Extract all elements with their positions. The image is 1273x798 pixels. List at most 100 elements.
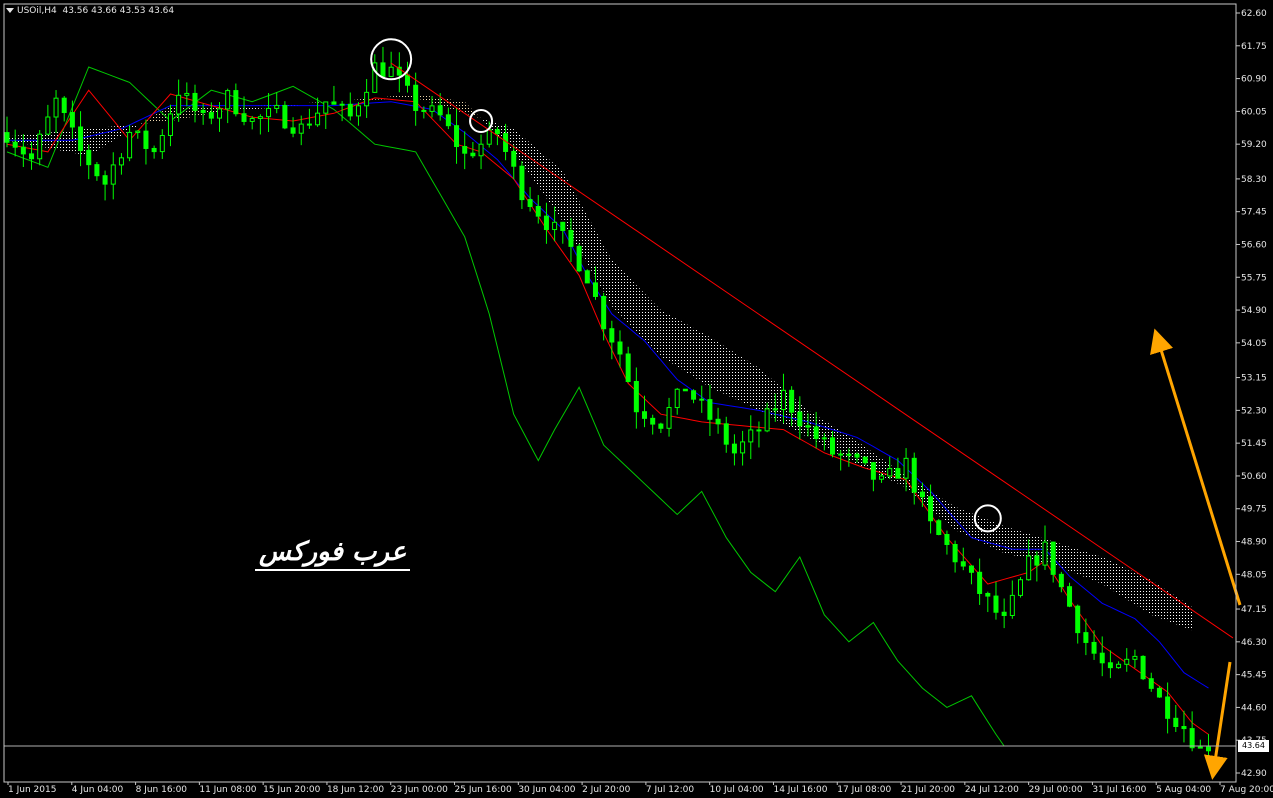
cloud-segment <box>1143 576 1152 615</box>
current-price-tag: 43.64 <box>1238 740 1269 752</box>
candle-body <box>127 131 133 159</box>
candle-body <box>331 101 337 105</box>
candle-body <box>1099 652 1105 664</box>
candle-body <box>952 543 958 563</box>
candle-body <box>355 105 361 117</box>
cloud-segment <box>1134 572 1144 610</box>
cloud-segment <box>709 337 719 392</box>
candle-body <box>764 408 770 432</box>
candle-body <box>960 561 966 567</box>
candle-body <box>94 164 100 177</box>
cloud-segment <box>750 362 759 411</box>
candle-body <box>527 199 533 207</box>
chevron-down-icon[interactable] <box>6 8 14 13</box>
candle-body <box>53 97 59 118</box>
candle-body <box>306 123 312 126</box>
cloud-segment <box>1094 554 1103 584</box>
candle-body <box>404 74 410 86</box>
cloud-segment <box>1102 556 1111 590</box>
candle-body <box>413 84 419 111</box>
cloud-segment <box>644 293 653 348</box>
candle-body <box>257 116 263 119</box>
y-tick-label: 62.60 <box>1241 9 1267 19</box>
candle-body <box>731 443 737 454</box>
candle-body <box>1107 662 1113 669</box>
candle-body <box>470 152 476 157</box>
y-tick-label: 54.90 <box>1241 306 1267 316</box>
y-tick-label: 48.05 <box>1241 570 1267 580</box>
candle-body <box>772 408 778 411</box>
candle-body <box>69 112 75 128</box>
candle-body <box>37 133 43 160</box>
cloud-segment <box>1077 549 1086 578</box>
candle-body <box>233 90 239 115</box>
candle-body <box>1156 687 1162 698</box>
candle-body <box>813 426 819 439</box>
candle-body <box>944 534 950 545</box>
candle-body <box>895 468 901 479</box>
y-tick-label: 51.45 <box>1241 439 1267 449</box>
candle-body <box>208 112 214 119</box>
candle-body <box>380 62 386 77</box>
candle-body <box>805 425 811 428</box>
candle-body <box>78 126 84 151</box>
candle-body <box>968 565 974 573</box>
candle-body <box>1197 746 1203 749</box>
chart-header: USOil,H4 43.56 43.66 43.53 43.64 <box>6 6 174 16</box>
candle-body <box>1042 541 1048 566</box>
candle-body <box>748 429 754 443</box>
y-tick-label: 52.30 <box>1241 406 1267 416</box>
x-tick-label: 10 Jul 04:00 <box>710 785 764 795</box>
x-tick-label: 21 Jul 20:00 <box>901 785 955 795</box>
candle-body <box>249 117 255 122</box>
candle-body <box>1091 641 1097 654</box>
candle-body <box>282 104 288 129</box>
price-chart[interactable]: 62.60 61.75 60.90 60.05 59.20 58.30 57.45 56.60… <box>0 0 1273 798</box>
candle-body <box>707 399 713 420</box>
candle-body <box>830 437 836 455</box>
y-tick-label: 54.05 <box>1241 339 1267 349</box>
cloud-segment <box>701 332 710 388</box>
candle-body <box>1116 663 1122 669</box>
candle-body <box>879 475 885 480</box>
candle-body <box>862 456 868 464</box>
x-tick-label: 1 Jun 2015 <box>8 785 56 795</box>
candle-body <box>478 143 484 157</box>
candle-body <box>993 595 999 613</box>
x-tick-label: 25 Jun 16:00 <box>455 785 512 795</box>
candle-body <box>1017 579 1023 596</box>
watermark-text: عرب فوركس <box>255 537 411 571</box>
cloud-segment <box>1085 551 1095 581</box>
candle-body <box>12 141 18 148</box>
candle-body <box>797 411 803 427</box>
candle-body <box>1181 725 1187 730</box>
cloud-segment <box>620 268 629 323</box>
candle-body <box>682 388 688 392</box>
candle-body <box>1050 541 1056 575</box>
candle-body <box>4 132 10 143</box>
y-tick-label: 60.05 <box>1241 107 1267 117</box>
cloud-segment <box>1110 560 1119 595</box>
candle-body <box>315 112 321 126</box>
cloud-segment <box>660 310 670 362</box>
cloud-segment <box>669 314 678 367</box>
candle-body <box>241 113 247 122</box>
candle-body <box>642 411 648 419</box>
candle-body <box>1026 555 1032 581</box>
candle-body <box>715 418 721 425</box>
candle-body <box>151 147 157 153</box>
candle-body <box>298 123 304 134</box>
candle-body <box>388 66 394 77</box>
candle-body <box>699 398 705 401</box>
cloud-segment <box>636 284 645 340</box>
candle-body <box>519 165 525 201</box>
candle-body <box>1148 678 1154 689</box>
cloud-segment <box>1061 544 1070 572</box>
candle-body <box>691 390 697 400</box>
y-tick-label: 45.45 <box>1241 671 1267 681</box>
candle-body <box>919 491 925 498</box>
candle-body <box>1083 632 1089 643</box>
candle-body <box>977 571 983 594</box>
candle-body <box>176 94 182 115</box>
candle-body <box>445 114 451 127</box>
